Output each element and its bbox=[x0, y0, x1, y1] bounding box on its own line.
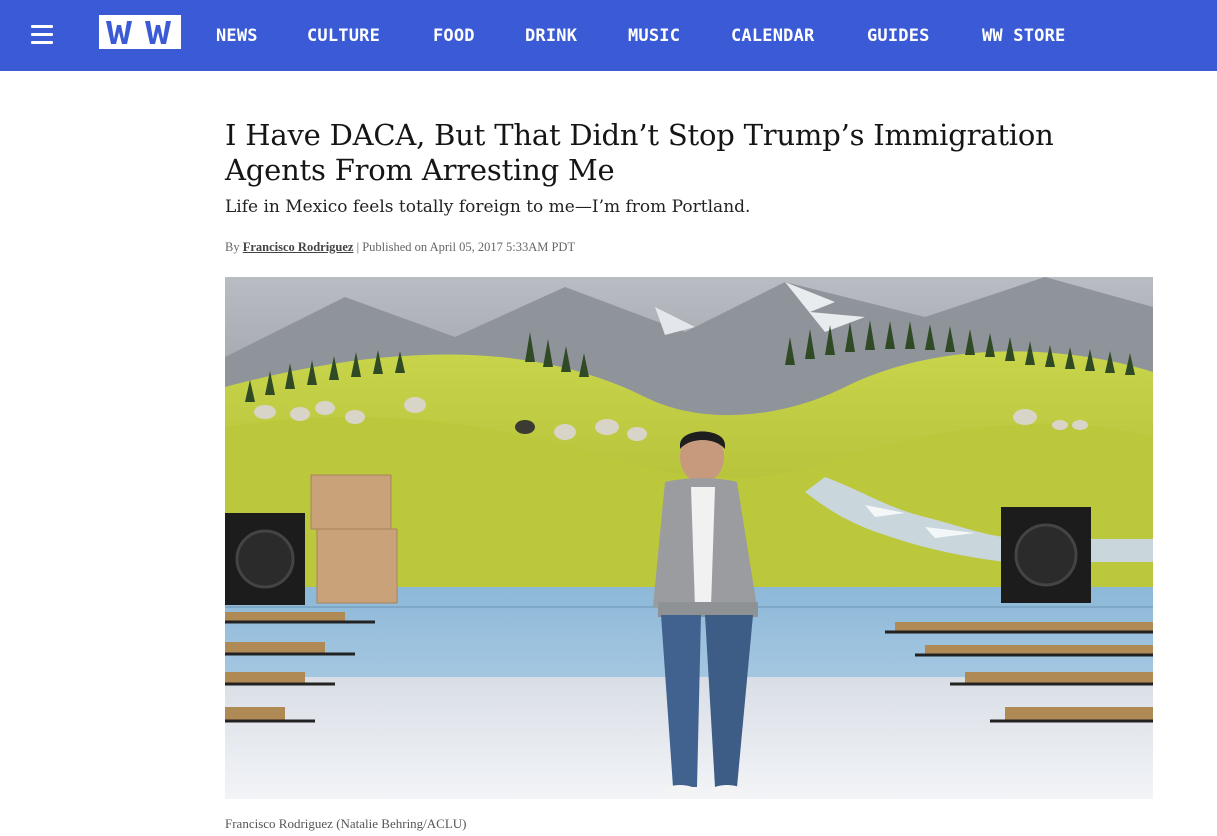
menu-icon[interactable] bbox=[31, 24, 53, 44]
lead-photo bbox=[225, 277, 1153, 799]
article-subheadline: Life in Mexico feels totally foreign to … bbox=[225, 197, 751, 217]
article-header: I Have DACA, But That Didn’t Stop Trump’… bbox=[225, 118, 1153, 218]
top-navigation-bar: NEWS CULTURE FOOD DRINK MUSIC CALENDAR G… bbox=[0, 0, 1217, 71]
lead-photo-illustration bbox=[225, 277, 1153, 799]
nav-news[interactable]: NEWS bbox=[216, 24, 258, 48]
publish-date: | Published on April 05, 2017 5:33AM PDT bbox=[356, 240, 576, 254]
nav-food[interactable]: FOOD bbox=[433, 24, 475, 48]
nav-culture[interactable]: CULTURE bbox=[307, 24, 380, 48]
article-headline: I Have DACA, But That Didn’t Stop Trump’… bbox=[225, 118, 1054, 187]
nav-music[interactable]: MUSIC bbox=[628, 24, 680, 48]
byline: By Francisco Rodriguez | Published on Ap… bbox=[225, 240, 575, 255]
site-logo[interactable] bbox=[99, 15, 181, 49]
author-link[interactable]: Francisco Rodriguez bbox=[243, 240, 354, 254]
nav-drink[interactable]: DRINK bbox=[525, 24, 577, 48]
nav-guides[interactable]: GUIDES bbox=[867, 24, 930, 48]
nav-ww-store[interactable]: WW STORE bbox=[982, 24, 1065, 48]
photo-caption: Francisco Rodriguez (Natalie Behring/ACL… bbox=[225, 816, 467, 831]
nav-calendar[interactable]: CALENDAR bbox=[731, 24, 814, 48]
byline-prefix: By bbox=[225, 240, 240, 254]
